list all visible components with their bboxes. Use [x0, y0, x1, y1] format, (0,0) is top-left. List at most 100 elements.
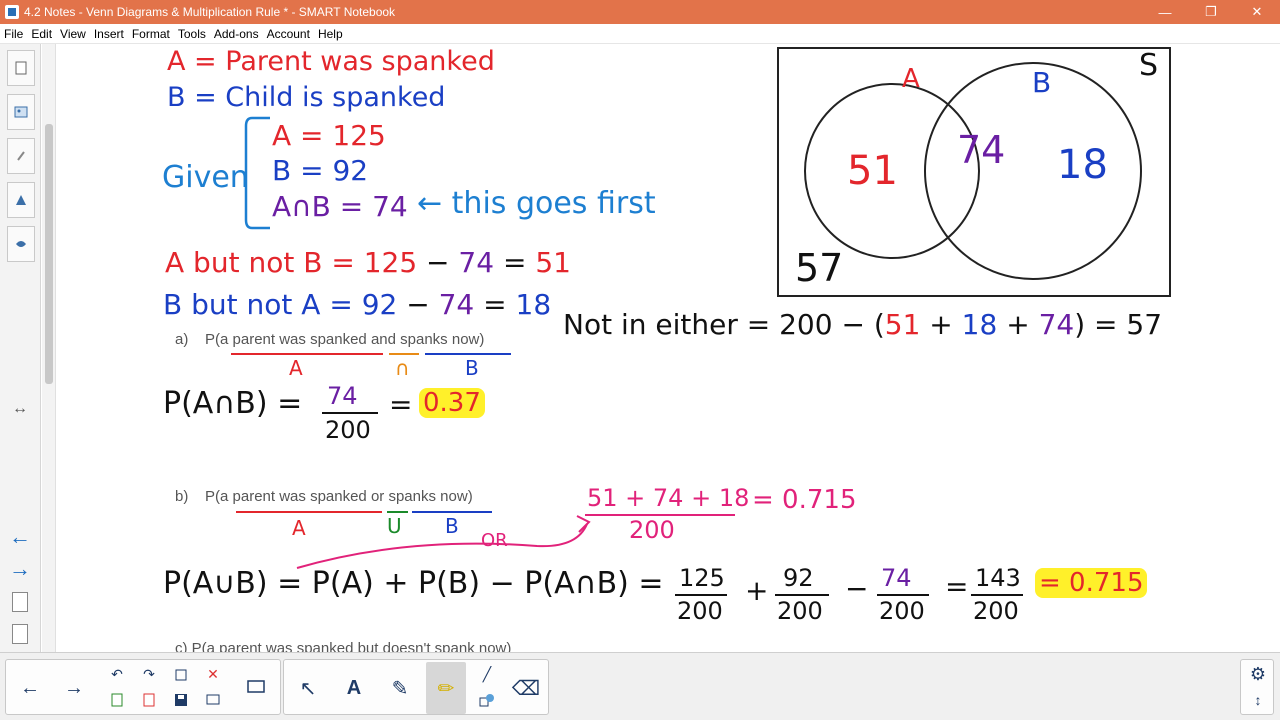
resize-sidebar-icon[interactable]: ↔: [12, 400, 28, 418]
text-tool-icon[interactable]: A: [334, 662, 374, 714]
eraser-tool-icon[interactable]: ⌫: [506, 662, 546, 714]
a-but-not-b: A but not B = 125 − 74 = 51: [165, 246, 571, 279]
title-bar: 4.2 Notes - Venn Diagrams & Multiplicati…: [0, 0, 1280, 24]
page-icon: [15, 61, 27, 75]
toolbar-position-icon[interactable]: ↕: [1243, 688, 1273, 712]
frac2-bar: [775, 594, 829, 596]
side-tabs: ↔ ← →: [0, 44, 41, 652]
restore-button[interactable]: ❐: [1188, 0, 1234, 24]
arrow-note: ← this goes first: [417, 186, 656, 221]
menu-insert[interactable]: Insert: [90, 27, 128, 41]
frac4-den: 200: [973, 597, 1019, 625]
forward-arrow-icon[interactable]: →: [54, 662, 94, 714]
menu-view[interactable]: View: [56, 27, 90, 41]
previous-page-icon[interactable]: ←: [9, 524, 31, 550]
frac2-num: 92: [783, 564, 814, 592]
frac3-bar: [877, 594, 929, 596]
menu-addons[interactable]: Add-ons: [210, 27, 263, 41]
definition-a: A = Parent was spanked: [167, 46, 495, 77]
notebook-page[interactable]: A = Parent was spanked B = Child is span…: [57, 44, 1280, 652]
vertical-scrollbar[interactable]: [42, 44, 56, 652]
frac1-den: 200: [677, 597, 723, 625]
select-tool-icon[interactable]: ↖: [288, 662, 328, 714]
label-b-under: B: [465, 356, 479, 380]
given-label: Given: [162, 160, 249, 195]
puzzle-icon: [16, 241, 26, 247]
tools-group: ↖ A ✎ ✏ ╱ ⌫: [283, 659, 549, 715]
attachments-tab[interactable]: [7, 138, 35, 174]
next-page-icon[interactable]: →: [9, 556, 31, 582]
frac3-num: 74: [881, 564, 912, 592]
question-a-underlines: [231, 353, 511, 355]
menu-tools[interactable]: Tools: [174, 27, 210, 41]
answer-b: = 0.715: [1035, 568, 1148, 598]
close-button[interactable]: ✕: [1234, 0, 1280, 24]
navigation-group: ← → ↶ ↷ ✕: [5, 659, 281, 715]
definition-b: B = Child is spanked: [167, 82, 446, 113]
venn-label-b: B: [1032, 66, 1052, 99]
show-hide-screen-icon[interactable]: [198, 688, 228, 712]
frac3-den: 200: [879, 597, 925, 625]
question-a: a) P(a parent was spanked and spanks now…: [175, 331, 485, 348]
given-a: A = 125: [272, 119, 386, 152]
redo-icon[interactable]: ↷: [134, 662, 164, 686]
save-icon[interactable]: [166, 688, 196, 712]
venn-only-b: 18: [1057, 142, 1108, 188]
page-sorter-tab[interactable]: [7, 50, 35, 86]
not-in-either: Not in either = 200 − (51 + 18 + 74) = 5…: [563, 308, 1163, 341]
paste-icon[interactable]: [166, 662, 196, 686]
highlighter-tool-icon[interactable]: ✏: [426, 662, 466, 714]
minimize-button[interactable]: —: [1142, 0, 1188, 24]
gallery-tab[interactable]: [7, 94, 35, 130]
delete-icon[interactable]: ✕: [198, 662, 228, 686]
bottom-toolbar: ← → ↶ ↷ ✕ ↖ A ✎ ✏ ╱ ⌫ ⚙ ↕: [0, 652, 1280, 720]
p-intersection-lhs: P(A∩B) =: [163, 386, 303, 421]
scrollbar-thumb[interactable]: [45, 124, 53, 384]
venn-label-s: S: [1139, 48, 1159, 83]
gear-icon[interactable]: ⚙: [1243, 662, 1273, 686]
image-icon: [14, 106, 28, 118]
settings-group: ⚙ ↕: [1240, 659, 1274, 715]
display-screen-icon[interactable]: [236, 662, 276, 714]
add-page-icon[interactable]: [102, 688, 132, 712]
alt-result: = 0.715: [752, 485, 857, 515]
venn-neither: 57: [795, 246, 844, 290]
frac2-den: 200: [777, 597, 823, 625]
menu-account[interactable]: Account: [263, 27, 314, 41]
plus-sign: +: [745, 574, 769, 607]
frac1-bar: [675, 594, 727, 596]
smart-notebook-icon: [5, 5, 19, 19]
menu-file[interactable]: File: [0, 27, 27, 41]
label-a-under: A: [289, 356, 303, 380]
venn-only-a: 51: [847, 148, 898, 194]
add-page-icon[interactable]: [12, 592, 28, 612]
addons-tab[interactable]: [7, 226, 35, 262]
pen-tool-icon[interactable]: ✎: [380, 662, 420, 714]
back-arrow-icon[interactable]: ←: [10, 662, 50, 714]
properties-icon: [16, 195, 26, 205]
menu-help[interactable]: Help: [314, 27, 347, 41]
p-intersection-eq: =: [389, 388, 413, 421]
line-tool-icon[interactable]: ╱: [472, 662, 502, 686]
venn-label-a: A: [902, 64, 920, 94]
given-b: B = 92: [272, 154, 369, 187]
menu-bar: File Edit View Insert Format Tools Add-o…: [0, 24, 1280, 44]
paperclip-icon: [17, 151, 25, 161]
frac1-num: 125: [679, 564, 725, 592]
undo-icon[interactable]: ↶: [102, 662, 132, 686]
frac4-bar: [971, 594, 1023, 596]
frac4-num: 143: [975, 564, 1021, 592]
properties-tab[interactable]: [7, 182, 35, 218]
menu-format[interactable]: Format: [128, 27, 174, 41]
answer-a: 0.37: [419, 388, 485, 418]
p-intersection-num: 74: [327, 382, 358, 410]
minus-sign: −: [845, 572, 869, 605]
label-and-under: ∩: [395, 356, 410, 380]
b-but-not-a: B but not A = 92 − 74 = 18: [163, 288, 552, 321]
question-b: b) P(a parent was spanked or spanks now): [175, 488, 473, 505]
shapes-tool-icon[interactable]: [472, 688, 502, 712]
delete-page-icon[interactable]: [134, 688, 164, 712]
venn-both: 74: [957, 128, 1006, 172]
delete-page-icon[interactable]: [12, 624, 28, 644]
menu-edit[interactable]: Edit: [27, 27, 56, 41]
